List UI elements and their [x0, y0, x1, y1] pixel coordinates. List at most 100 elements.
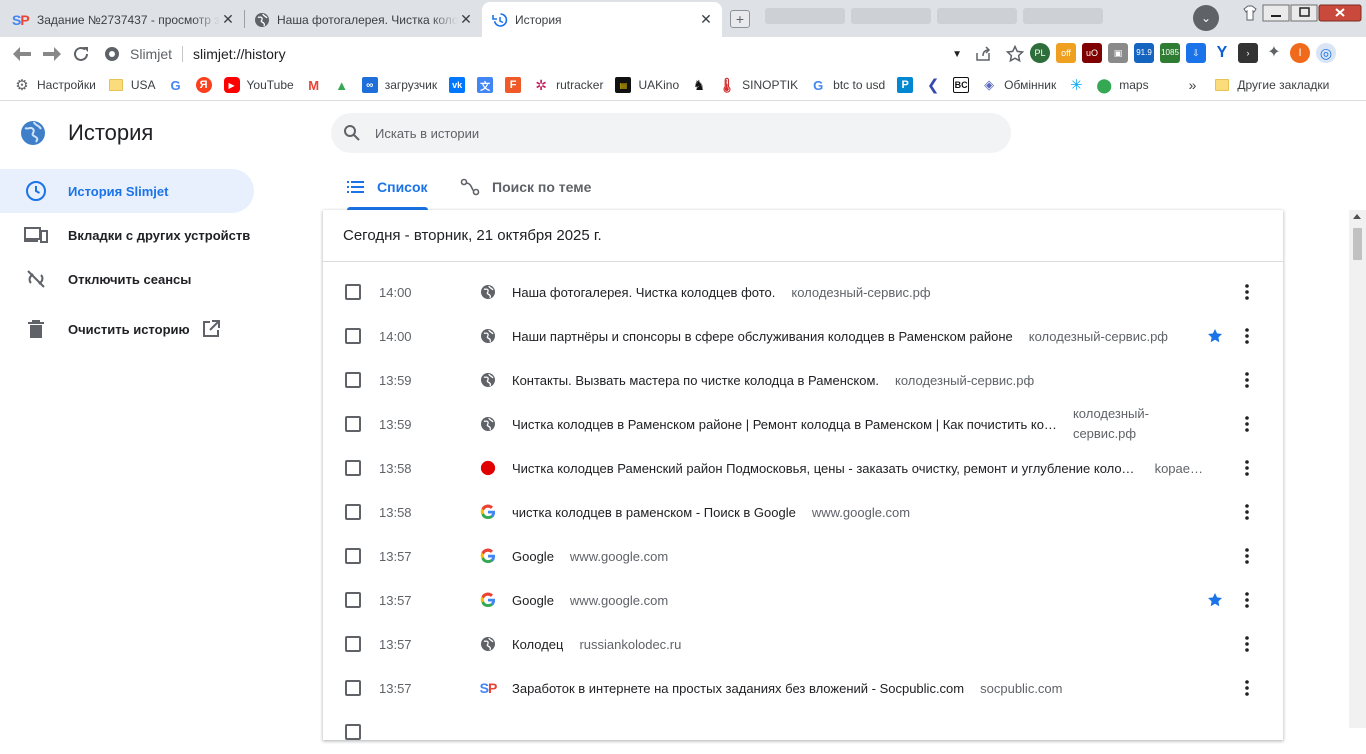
row-checkbox[interactable] [345, 636, 361, 652]
terminal-icon[interactable]: › [1238, 43, 1258, 63]
row-checkbox[interactable] [345, 592, 361, 608]
download-badge-icon[interactable]: 91.9 [1134, 43, 1154, 63]
bookmark-f[interactable]: F [505, 74, 522, 96]
bookmark-gmail[interactable]: M [306, 74, 322, 96]
entry-title-link[interactable]: Наши партнёры и спонсоры в сфере обслужи… [512, 329, 1013, 344]
bitcoin-badge-icon[interactable]: 1085 [1160, 43, 1180, 63]
browser-tab-gallery[interactable]: Наша фотогалерея. Чистка колод ✕ [244, 2, 482, 37]
close-icon[interactable]: ✕ [458, 11, 474, 28]
more-actions-icon[interactable] [1245, 504, 1249, 520]
entry-title-link[interactable]: Google [512, 593, 554, 608]
row-checkbox[interactable] [345, 284, 361, 300]
browser-tab-task[interactable]: SP Задание №2737437 - просмотр з ✕ [2, 2, 244, 37]
history-row[interactable]: 14:00 Наша фотогалерея. Чистка колодцев ф… [323, 270, 1283, 314]
bookmark-loader[interactable]: ∞ загрузчик [361, 74, 437, 96]
row-checkbox[interactable] [345, 724, 361, 740]
browser-tab-history[interactable]: История ✕ [482, 2, 722, 37]
bookmark-arrow[interactable]: ❮ [925, 74, 941, 96]
row-checkbox[interactable] [345, 548, 361, 564]
profile-menu-button[interactable]: ⌄ [1193, 5, 1219, 31]
star-icon[interactable] [1207, 592, 1223, 608]
bookmark-btc[interactable]: Gbtc to usd [810, 74, 885, 96]
entry-title-link[interactable]: Колодец [512, 637, 563, 652]
bookmark-yandex[interactable]: Я [195, 74, 212, 96]
reload-button[interactable] [69, 42, 93, 66]
search-input[interactable] [375, 125, 975, 141]
bookmark-translate[interactable]: 文 [477, 74, 494, 96]
sidebar-item-clear-history[interactable]: Очистить историю [0, 307, 254, 351]
new-tab-button[interactable]: + [730, 10, 750, 28]
y-extension-icon[interactable]: Y [1212, 43, 1232, 63]
globe-settings-icon[interactable]: ◎ [1316, 43, 1336, 63]
entry-title-link[interactable]: Заработок в интернете на простых задания… [512, 681, 964, 696]
sidebar-item-other-devices[interactable]: Вкладки с других устройств [0, 213, 254, 257]
history-search[interactable] [331, 113, 1011, 153]
more-actions-icon[interactable] [1245, 416, 1249, 432]
scrollbar[interactable] [1349, 210, 1366, 728]
maximize-icon[interactable] [1290, 4, 1318, 24]
more-actions-icon[interactable] [1245, 636, 1249, 652]
bookmark-sinoptik[interactable]: 🌡︎ SINOPTIK [718, 74, 798, 96]
row-checkbox[interactable] [345, 680, 361, 696]
close-window-icon[interactable] [1318, 4, 1362, 24]
minimize-icon[interactable] [1262, 4, 1290, 24]
history-row[interactable]: 13:57 Колодец russiankolodec.ru [323, 622, 1283, 666]
row-checkbox[interactable] [345, 416, 361, 432]
tab-topics[interactable]: Поиск по теме [460, 165, 591, 209]
bookmark-usa[interactable]: USA [108, 74, 156, 96]
bookmark-bc[interactable]: BC [953, 74, 970, 96]
star-icon[interactable] [1207, 328, 1223, 344]
avatar[interactable]: I [1290, 43, 1310, 63]
address-bar[interactable]: Slimjet slimjet://history ▼ [104, 41, 1024, 67]
bookmark-youtube[interactable]: ▶ YouTube [223, 74, 294, 96]
bookmark-star-icon[interactable] [1006, 45, 1024, 63]
close-icon[interactable]: ✕ [698, 11, 714, 28]
history-row[interactable]: 13:58 чистка колодцев в раменском - Поиск… [323, 490, 1283, 534]
bookmark-p[interactable]: P [897, 74, 914, 96]
bookmark-rutracker[interactable]: ✲ rutracker [533, 74, 603, 96]
suitcase-icon[interactable]: ▣ [1108, 43, 1128, 63]
entry-title-link[interactable]: чистка колодцев в раменском - Поиск в Go… [512, 505, 796, 520]
row-checkbox[interactable] [345, 460, 361, 476]
bookmarks-overflow-button[interactable]: » [1189, 74, 1197, 96]
pl-extension-icon[interactable]: PL [1030, 43, 1050, 63]
more-actions-icon[interactable] [1245, 592, 1249, 608]
shirt-icon[interactable] [1238, 0, 1262, 28]
bookmark-vk[interactable]: vk [449, 74, 466, 96]
history-row[interactable]: 13:59 Чистка колодцев в Раменском районе … [323, 402, 1283, 446]
download-icon[interactable]: ⇩ [1186, 43, 1206, 63]
more-actions-icon[interactable] [1245, 548, 1249, 564]
bookmark-maps[interactable]: ⬤ maps [1096, 74, 1148, 96]
entry-title-link[interactable]: Google [512, 549, 554, 564]
entry-title-link[interactable]: Чистка колодцев Раменский район Подмоско… [512, 461, 1139, 476]
bookmark-exchanger[interactable]: ◈ Обмінник [981, 74, 1056, 96]
history-row[interactable]: 14:00 Наши партнёры и спонсоры в сфере об… [323, 314, 1283, 358]
more-actions-icon[interactable] [1245, 460, 1249, 476]
sidebar-item-sync-off[interactable]: Отключить сеансы [0, 257, 254, 301]
dropdown-arrow-icon[interactable]: ▼ [952, 49, 962, 60]
bookmark-snow[interactable]: ✳ [1068, 74, 1084, 96]
more-actions-icon[interactable] [1245, 680, 1249, 696]
history-row[interactable]: 13:57 SP Заработок в интернете на простых … [323, 666, 1283, 710]
bookmark-uakino[interactable]: ▤ UAKino [615, 74, 679, 96]
more-actions-icon[interactable] [1245, 328, 1249, 344]
sidebar-item-history[interactable]: История Slimjet [0, 169, 254, 213]
puzzle-icon[interactable]: ✦ [1264, 43, 1284, 63]
close-icon[interactable]: ✕ [220, 11, 236, 28]
row-checkbox[interactable] [345, 372, 361, 388]
entry-title-link[interactable]: Контакты. Вызвать мастера по чистке коло… [512, 373, 879, 388]
entry-title-link[interactable]: Чистка колодцев в Раменском районе | Рем… [512, 417, 1057, 432]
forward-button[interactable] [40, 42, 64, 66]
history-row[interactable]: 13:57 Google www.google.com [323, 534, 1283, 578]
tab-list[interactable]: Список [347, 165, 428, 210]
row-checkbox[interactable] [345, 504, 361, 520]
entry-title-link[interactable]: Наша фотогалерея. Чистка колодцев фото. [512, 285, 775, 300]
history-row[interactable]: 13:59 Контакты. Вызвать мастера по чистке… [323, 358, 1283, 402]
back-button[interactable] [10, 42, 34, 66]
url-text[interactable]: slimjet://history [193, 46, 286, 62]
share-icon[interactable] [974, 45, 992, 63]
more-actions-icon[interactable] [1245, 284, 1249, 300]
bookmark-drive[interactable]: ▲ [334, 74, 350, 96]
other-bookmarks-folder[interactable]: Другие закладки [1214, 74, 1329, 96]
row-checkbox[interactable] [345, 328, 361, 344]
